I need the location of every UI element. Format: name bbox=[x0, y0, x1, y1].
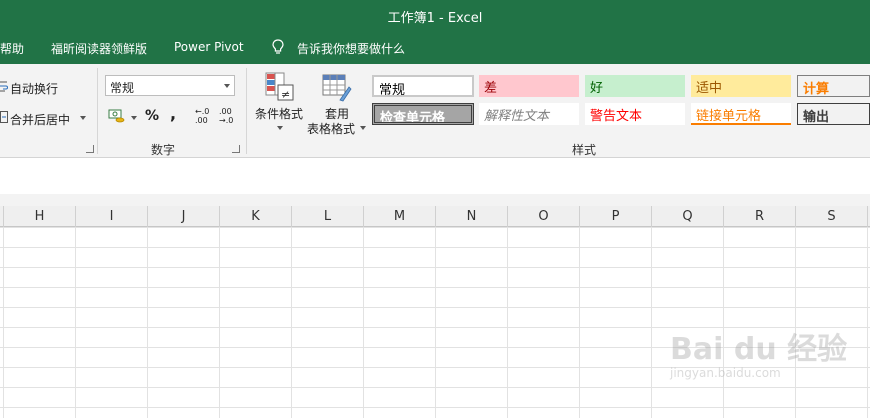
column-header[interactable]: P bbox=[580, 206, 652, 227]
cell-style-label: 解释性文本 bbox=[484, 109, 550, 124]
cell-style-explanatory-text[interactable]: 解释性文本 bbox=[479, 103, 579, 125]
tell-me-search[interactable]: 告诉我你想要做什么 bbox=[297, 40, 405, 57]
styles-group-label: 样式 bbox=[572, 143, 597, 157]
wrap-text-icon bbox=[0, 81, 8, 92]
baidu-watermark: Bai du 经验 jingyan.baidu.com bbox=[664, 320, 864, 400]
column-header[interactable]: O bbox=[508, 206, 580, 227]
lightbulb-icon[interactable] bbox=[272, 39, 284, 55]
chevron-down-icon[interactable] bbox=[277, 126, 283, 130]
cell-style-label: 好 bbox=[590, 81, 604, 96]
comma-style-button[interactable]: , bbox=[170, 104, 176, 123]
grid-line bbox=[219, 227, 220, 418]
ribbon-tabs: 帮助 福昕阅读器领鲜版 Power Pivot 告诉我你想要做什么 bbox=[0, 30, 870, 64]
number-format-value: 常规 bbox=[110, 81, 135, 95]
format-as-table-button[interactable]: 表格格式 bbox=[307, 120, 355, 137]
dialog-launcher-icon[interactable] bbox=[86, 145, 94, 153]
grid-line bbox=[363, 227, 364, 418]
column-header[interactable]: K bbox=[220, 206, 292, 227]
cell-style-label: 差 bbox=[484, 81, 498, 96]
cell-style-label: 计算 bbox=[803, 82, 830, 97]
cell-style-good[interactable]: 好 bbox=[585, 75, 685, 97]
column-header[interactable]: N bbox=[436, 206, 508, 227]
cell-style-label: 常规 bbox=[379, 83, 406, 97]
cell-style-label: 链接单元格 bbox=[696, 109, 762, 124]
percent-style-button[interactable]: % bbox=[145, 108, 159, 124]
watermark-url: jingyan.baidu.com bbox=[670, 366, 781, 380]
cell-style-normal[interactable]: 常规 bbox=[372, 75, 474, 97]
column-header[interactable]: I bbox=[76, 206, 148, 227]
cell-style-output[interactable]: 输出 bbox=[797, 103, 870, 125]
grid-line bbox=[291, 227, 292, 418]
chevron-down-icon[interactable] bbox=[360, 126, 366, 130]
column-header[interactable]: J bbox=[148, 206, 220, 227]
decrease-decimal-button[interactable]: .00 →.0 bbox=[219, 107, 235, 125]
formula-bar[interactable] bbox=[0, 158, 870, 195]
format-as-table-icon[interactable] bbox=[322, 72, 352, 102]
grid-line bbox=[435, 227, 436, 418]
group-separator bbox=[246, 68, 247, 154]
cell-style-calculation[interactable]: 计算 bbox=[797, 75, 870, 97]
conditional-formatting-icon[interactable]: ≠ bbox=[265, 72, 295, 102]
cell-style-label: 检查单元格 bbox=[380, 111, 446, 125]
column-header[interactable]: H bbox=[4, 206, 76, 227]
column-headers: H I J K L M N O P Q R S bbox=[0, 206, 870, 227]
window-title: 工作簿1 - Excel bbox=[387, 11, 483, 26]
chevron-down-icon[interactable] bbox=[131, 116, 137, 120]
wrap-text-button[interactable]: 自动换行 bbox=[10, 80, 58, 97]
tab-foxit-reader[interactable]: 福昕阅读器领鲜版 bbox=[51, 40, 147, 57]
column-header[interactable]: R bbox=[724, 206, 796, 227]
conditional-formatting-button[interactable]: 条件格式 bbox=[255, 105, 303, 122]
chevron-down-icon bbox=[224, 84, 230, 88]
number-group-label: 数字 bbox=[151, 143, 176, 157]
grid-line bbox=[147, 227, 148, 418]
tab-power-pivot[interactable]: Power Pivot bbox=[174, 40, 244, 54]
grid-line bbox=[867, 227, 868, 418]
grid-line bbox=[75, 227, 76, 418]
column-header[interactable]: M bbox=[364, 206, 436, 227]
svg-text:≠: ≠ bbox=[281, 88, 290, 101]
column-header[interactable]: S bbox=[796, 206, 868, 227]
chevron-down-icon[interactable] bbox=[80, 116, 86, 120]
cell-style-bad[interactable]: 差 bbox=[479, 75, 579, 97]
tab-help[interactable]: 帮助 bbox=[0, 40, 24, 57]
column-header[interactable]: L bbox=[292, 206, 364, 227]
grid-line bbox=[3, 227, 4, 418]
dialog-launcher-icon[interactable] bbox=[232, 145, 240, 153]
title-bar: 工作簿1 - Excel bbox=[0, 0, 870, 30]
merge-center-icon bbox=[0, 111, 8, 123]
cell-style-linked-cell[interactable]: 链接单元格 bbox=[691, 103, 791, 125]
cell-style-label: 警告文本 bbox=[590, 109, 643, 124]
grid-line bbox=[507, 227, 508, 418]
number-format-select[interactable]: 常规 bbox=[105, 75, 235, 96]
watermark-brand: Bai du 经验 bbox=[670, 332, 848, 367]
cell-style-label: 输出 bbox=[803, 110, 830, 125]
increase-decimal-button[interactable]: ←.0 .00 bbox=[195, 107, 211, 125]
cell-style-neutral[interactable]: 适中 bbox=[691, 75, 791, 97]
spacer bbox=[0, 194, 870, 206]
accounting-format-icon[interactable] bbox=[108, 108, 126, 124]
grid-line bbox=[651, 227, 652, 418]
group-separator bbox=[97, 68, 98, 154]
cell-style-check-cell[interactable]: 检查单元格 bbox=[372, 103, 474, 125]
cell-style-label: 适中 bbox=[696, 81, 723, 96]
grid-line bbox=[579, 227, 580, 418]
column-header[interactable]: Q bbox=[652, 206, 724, 227]
merge-center-button[interactable]: 合并后居中 bbox=[10, 111, 70, 128]
cell-style-warning-text[interactable]: 警告文本 bbox=[585, 103, 685, 125]
